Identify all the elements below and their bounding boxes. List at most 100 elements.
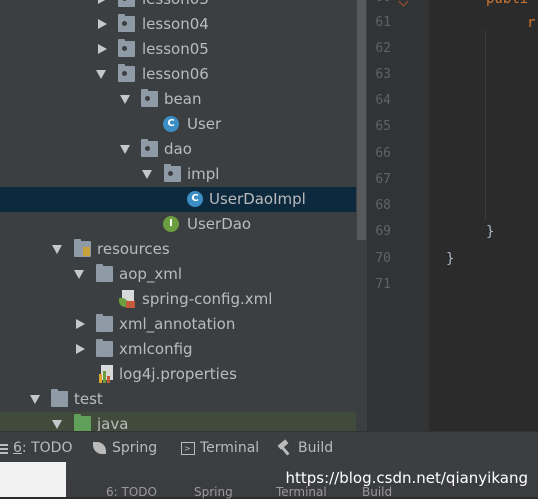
code-brace: } <box>446 251 455 267</box>
spring-xml-file-icon <box>119 290 136 309</box>
tree-scrollbar[interactable] <box>356 0 367 431</box>
code-keyword: r <box>527 15 536 31</box>
build-tab[interactable]: Build <box>277 438 333 458</box>
chevron-right-icon[interactable] <box>76 344 85 354</box>
override-marker-icon[interactable] <box>398 0 409 7</box>
tree-item-label: User <box>187 115 222 133</box>
spring-tab[interactable]: Spring <box>93 438 157 458</box>
watermark-url: https://blog.csdn.net/qianyikang <box>285 469 528 487</box>
line-number: 68 <box>375 198 391 213</box>
chevron-down-icon[interactable] <box>52 420 62 429</box>
code-keyword: publi <box>486 0 528 7</box>
tree-item-impl[interactable]: impl <box>0 162 356 187</box>
tree-item-label: bean <box>164 90 202 108</box>
line-number: 66 <box>375 146 391 161</box>
tree-item-userdao[interactable]: I UserDao <box>0 212 356 237</box>
tree-item-label: java <box>97 415 129 431</box>
hammer-icon <box>277 439 293 456</box>
chevron-down-icon[interactable] <box>74 270 84 279</box>
build-label: Build <box>298 440 334 456</box>
tree-item-spring-config-xml[interactable]: spring-config.xml <box>0 287 356 312</box>
tree-item-resources[interactable]: resources <box>0 237 356 262</box>
tree-item-label: xmlconfig <box>119 340 193 358</box>
tree-item-java[interactable]: java <box>0 412 356 431</box>
tree-item-log4j-properties[interactable]: log4j.properties <box>0 362 356 387</box>
tree-item-label: UserDaoImpl <box>209 190 306 208</box>
tree-item-user[interactable]: C User <box>0 112 356 137</box>
line-number: 67 <box>375 172 391 187</box>
indent-guide <box>485 30 486 220</box>
tree-item-lesson04[interactable]: lesson04 <box>0 12 356 37</box>
line-number: 63 <box>375 67 391 82</box>
tree-item-label: lesson03 <box>142 0 209 9</box>
tree-item-test[interactable]: test <box>0 387 356 412</box>
tree-item-xml-annotation[interactable]: xml_annotation <box>0 312 356 337</box>
tree-item-lesson06[interactable]: lesson06 <box>0 62 356 87</box>
editor-gutter: 60 61 62 63 64 65 66 67 68 69 70 71 <box>367 0 444 431</box>
chevron-down-icon[interactable] <box>142 170 152 179</box>
line-number: 70 <box>375 251 391 266</box>
line-number: 71 <box>375 277 391 292</box>
tree-item-label: lesson05 <box>142 40 209 58</box>
chevron-down-icon[interactable] <box>30 395 40 404</box>
line-number: 65 <box>375 119 391 134</box>
code-brace: } <box>486 224 495 240</box>
tool-window-bar: 6: TODO Spring > Terminal Build <box>0 431 538 463</box>
terminal-tab[interactable]: > Terminal <box>181 438 259 458</box>
tree-item-label: spring-config.xml <box>142 290 273 308</box>
todo-mnemonic: 6 <box>13 440 22 456</box>
folder-icon <box>51 389 68 407</box>
chevron-down-icon[interactable] <box>120 145 130 154</box>
code-editor[interactable]: publi r } } <box>429 0 538 431</box>
line-number: 61 <box>375 15 391 30</box>
scrollbar-thumb[interactable] <box>357 0 366 240</box>
chevron-down-icon[interactable] <box>120 95 130 104</box>
tree-item-label: lesson04 <box>142 15 209 33</box>
tree-item-bean[interactable]: bean <box>0 87 356 112</box>
properties-file-icon <box>98 365 115 384</box>
tree-item-label: log4j.properties <box>119 365 237 383</box>
class-icon: C <box>187 191 203 207</box>
package-icon <box>141 89 158 107</box>
chevron-right-icon[interactable] <box>98 0 107 4</box>
package-icon <box>118 0 135 7</box>
lower-window-background <box>0 462 66 497</box>
chevron-right-icon[interactable] <box>98 19 107 29</box>
tree-item-label: lesson06 <box>142 65 209 83</box>
todo-tab[interactable]: 6: TODO <box>0 438 72 458</box>
folder-icon <box>96 264 113 282</box>
tree-item-lesson05[interactable]: lesson05 <box>0 37 356 62</box>
tree-item-label: UserDao <box>187 215 252 233</box>
package-icon <box>118 64 135 82</box>
tree-item-label: test <box>74 390 103 408</box>
interface-icon: I <box>163 216 179 232</box>
line-number: 69 <box>375 224 391 239</box>
tree-item-lesson03[interactable]: lesson03 <box>0 0 356 12</box>
package-icon <box>118 14 135 32</box>
tree-item-label: resources <box>97 240 170 258</box>
todo-label: : TODO <box>21 440 73 456</box>
chevron-right-icon[interactable] <box>76 319 85 329</box>
folder-icon <box>96 339 113 357</box>
tree-item-dao[interactable]: dao <box>0 137 356 162</box>
source-folder-icon <box>74 414 91 431</box>
spring-leaf-icon <box>93 441 107 455</box>
list-icon <box>0 442 8 454</box>
terminal-icon: > <box>181 442 195 455</box>
package-icon <box>141 139 158 157</box>
tree-item-aop-xml[interactable]: aop_xml <box>0 262 356 287</box>
resources-folder-icon <box>74 239 91 257</box>
tree-item-label: dao <box>164 140 192 158</box>
line-number: 62 <box>375 41 391 56</box>
spring-label: Spring <box>112 440 158 456</box>
tree-item-userdaoimpl[interactable]: C UserDaoImpl <box>0 187 356 212</box>
folder-icon <box>96 314 113 332</box>
project-tree[interactable]: lesson03 lesson04 lesson05 lesson06 bean… <box>0 0 356 431</box>
chevron-down-icon[interactable] <box>96 70 106 79</box>
tree-item-label: impl <box>187 165 220 183</box>
chevron-right-icon[interactable] <box>98 44 107 54</box>
tree-item-label: xml_annotation <box>119 315 236 333</box>
tree-item-xmlconfig[interactable]: xmlconfig <box>0 337 356 362</box>
line-number: 64 <box>375 93 391 108</box>
chevron-down-icon[interactable] <box>52 245 62 254</box>
